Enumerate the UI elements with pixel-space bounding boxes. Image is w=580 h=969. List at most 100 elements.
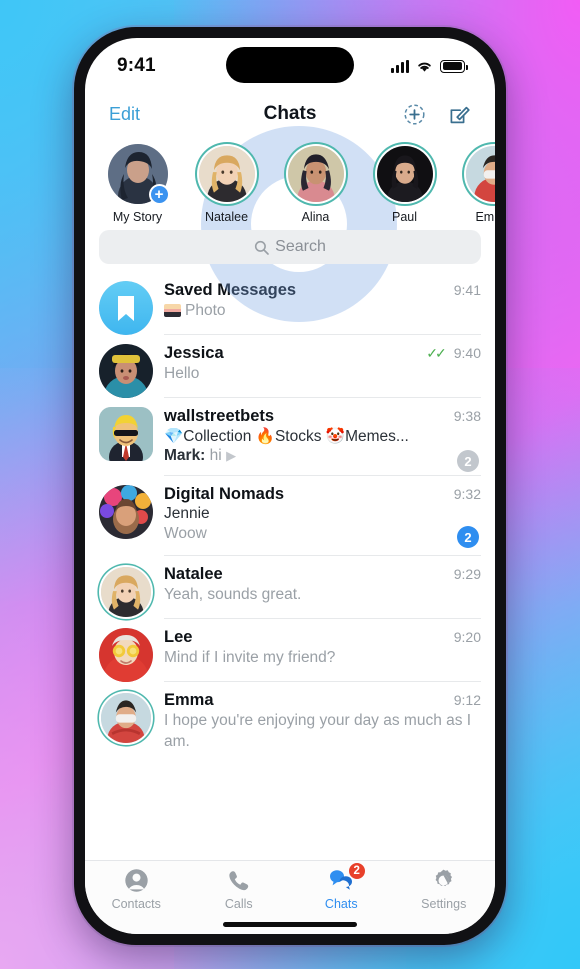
chat-time: 9:12 — [453, 691, 481, 708]
phone-frame: 9:41 Edit Chats + My Story Natalee Alina… — [74, 27, 506, 945]
chat-title: Emma — [164, 690, 214, 709]
story-avatar-wrap — [285, 144, 346, 204]
avatar — [198, 146, 255, 202]
gear-icon — [431, 867, 456, 894]
chat-item-header: Saved Messages 9:41 — [164, 281, 481, 300]
chat-time: 9:38 — [453, 408, 481, 424]
tab-calls[interactable]: Calls — [188, 867, 291, 911]
search-placeholder: Search — [275, 238, 326, 255]
story-item-emma[interactable]: Emma — [449, 144, 495, 224]
status-bar-clock: 9:41 — [117, 55, 156, 76]
dynamic-island — [226, 47, 354, 83]
compose-icon[interactable] — [448, 103, 471, 126]
avatar — [99, 690, 153, 745]
chat-preview: Mind if I invite my friend? — [164, 648, 336, 666]
chat-item-body: Saved Messages 9:41 Photo — [164, 281, 481, 335]
search-icon — [255, 240, 269, 255]
story-item-paul[interactable]: Paul — [360, 144, 449, 224]
chat-item-header: Jessica ✓✓ 9:40 — [164, 344, 481, 363]
story-avatar-wrap — [463, 144, 495, 204]
chat-time: 9:32 — [453, 486, 481, 502]
preview-text: hi — [209, 447, 222, 464]
status-bar-indicators — [391, 56, 468, 73]
tab-label: Contacts — [111, 897, 161, 911]
edit-button[interactable]: Edit — [109, 104, 140, 125]
add-story-icon[interactable] — [403, 103, 426, 126]
tab-settings[interactable]: Settings — [393, 867, 496, 911]
search-input[interactable]: Search — [99, 230, 481, 264]
chat-time: 9:29 — [453, 565, 481, 582]
navigation-bar: Edit Chats — [85, 90, 495, 138]
chat-title: Jessica — [164, 344, 224, 362]
chat-item-header: Lee 9:20 — [164, 628, 481, 647]
story-label: My Story — [112, 210, 163, 224]
chat-item-header: Emma 9:12 — [164, 691, 481, 710]
chat-time: 9:41 — [453, 282, 481, 298]
chat-list-item-wallstreetbets[interactable]: wallstreetbets 9:38 💎Collection 🔥Stocks … — [85, 398, 495, 476]
contacts-icon — [124, 867, 149, 894]
chat-title: Digital Nomads — [164, 485, 285, 503]
tab-label: Calls — [224, 897, 253, 911]
story-item-natalee[interactable]: Natalee — [182, 144, 271, 224]
unread-badge: 2 — [457, 450, 479, 472]
story-avatar-wrap — [196, 144, 257, 204]
chat-list-item-saved-messages[interactable]: Saved Messages 9:41 Photo — [85, 272, 495, 335]
chat-item-body: Lee 9:20 Mind if I invite my friend? — [164, 628, 481, 682]
chat-list-item-lee[interactable]: Lee 9:20 Mind if I invite my friend? — [85, 619, 495, 682]
chat-list-item-jessica[interactable]: Jessica ✓✓ 9:40 Hello — [85, 335, 495, 398]
tab-contacts[interactable]: Contacts — [85, 867, 188, 911]
phone-icon — [226, 867, 251, 894]
avatar — [99, 407, 153, 461]
unread-badge: 2 — [457, 526, 479, 548]
wifi-icon — [418, 62, 431, 72]
cellular-bars-icon — [391, 59, 409, 73]
phone-screen: 9:41 Edit Chats + My Story Natalee Alina… — [85, 38, 495, 934]
chat-title: Natalee — [164, 564, 223, 583]
stories-row[interactable]: + My Story Natalee Alina Paul Em — [85, 138, 495, 230]
battery-icon — [440, 59, 468, 73]
story-item-my-story[interactable]: + My Story — [93, 144, 182, 224]
avatar — [99, 281, 153, 335]
chat-list-item-digital-nomads[interactable]: Digital Nomads 9:32 Jennie Woow 2 — [85, 476, 495, 556]
photo-thumbnail-icon — [164, 304, 181, 317]
chat-preview: Mark: hi ▶ — [164, 447, 481, 465]
chat-topics: 💎Collection 🔥Stocks 🤡Memes... — [164, 428, 409, 445]
chat-item-header: Digital Nomads 9:32 — [164, 485, 481, 504]
avatar — [99, 485, 153, 539]
saved-messages-bookmark-icon — [99, 281, 153, 335]
story-label: Alina — [301, 210, 330, 224]
avatar — [465, 146, 495, 202]
chat-title: Saved Messages — [164, 281, 297, 299]
story-avatar-wrap — [374, 144, 435, 204]
avatar — [99, 627, 153, 682]
chat-preview-text: Photo — [185, 302, 226, 319]
story-item-alina[interactable]: Alina — [271, 144, 360, 224]
chats-bubbles-icon: 2 — [328, 862, 366, 894]
chat-preview: Photo — [164, 301, 481, 322]
tab-label: Settings — [421, 897, 467, 911]
chat-item-body: Emma 9:12 I hope you're enjoying your da… — [164, 691, 481, 763]
chat-item-body: Digital Nomads 9:32 Jennie Woow — [164, 485, 481, 556]
chat-title: wallstreetbets — [164, 407, 275, 425]
chat-time: 9:40 — [453, 345, 481, 361]
page-title: Chats — [263, 103, 317, 124]
tab-chats[interactable]: 2 Chats — [290, 862, 393, 911]
preview-sender: Mark: — [164, 447, 206, 464]
chat-preview: Yeah, sounds great. — [164, 585, 302, 603]
chat-list-item-emma[interactable]: Emma 9:12 I hope you're enjoying your da… — [85, 682, 495, 763]
chat-preview: Hello — [164, 365, 200, 382]
nav-actions — [403, 103, 471, 126]
chevron-right-icon: ▶ — [226, 448, 237, 463]
read-receipt-icon: ✓✓ — [426, 345, 447, 361]
chat-item-header: wallstreetbets 9:38 — [164, 407, 481, 426]
search-section: Search — [85, 230, 495, 272]
chat-preview: Woow — [164, 525, 207, 542]
avatar — [376, 146, 433, 202]
chat-list[interactable]: Saved Messages 9:41 Photo Jessica ✓✓ 9:4… — [85, 272, 495, 860]
chat-list-item-natalee[interactable]: Natalee 9:29 Yeah, sounds great. — [85, 556, 495, 619]
avatar — [99, 564, 153, 619]
story-label: Natalee — [204, 210, 249, 224]
add-story-plus-badge[interactable]: + — [148, 184, 170, 205]
story-label: Emma — [475, 210, 495, 224]
story-avatar-wrap: + — [107, 144, 170, 205]
